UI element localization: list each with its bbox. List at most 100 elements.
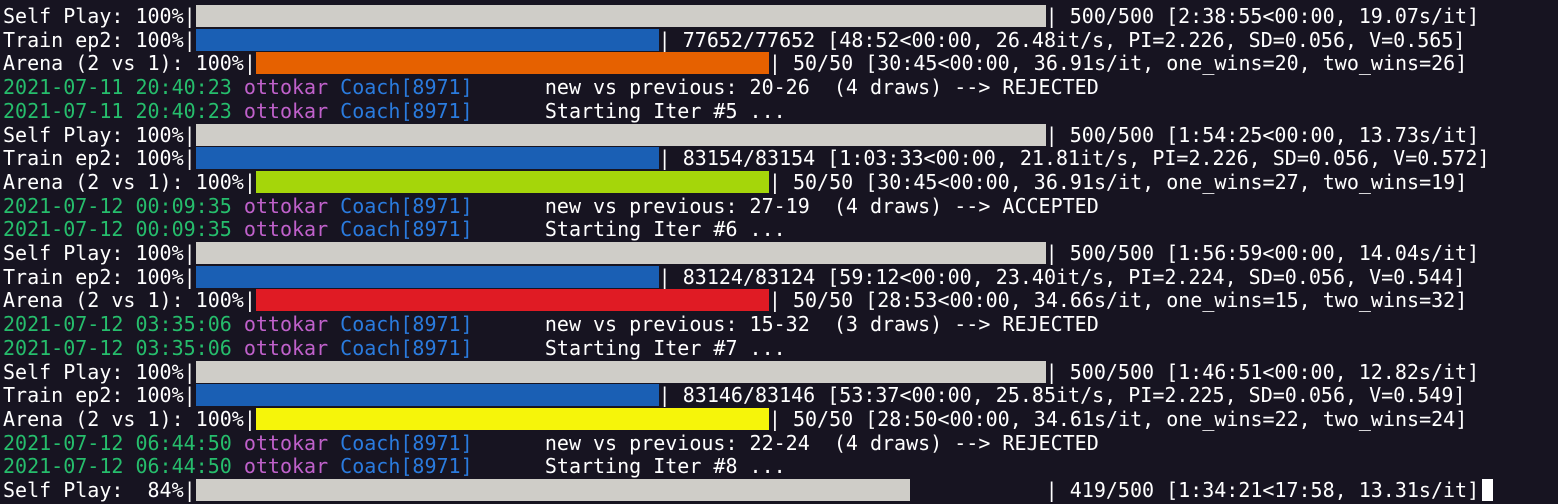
progress-bar xyxy=(255,289,769,312)
log-timestamp: 2021-07-12 00:09:35 xyxy=(3,193,244,218)
progress-label: Train ep2: 100%| xyxy=(3,264,196,289)
progress-stats: | 500/500 [1:56:59<00:00, 14.04s/it] xyxy=(1045,241,1480,265)
log-message: new vs previous: 27-19 (4 draws) --> ACC… xyxy=(472,193,1099,218)
progress-bar xyxy=(195,265,659,288)
progress-bar xyxy=(195,147,659,170)
log-module: Coach[8971] xyxy=(340,335,473,360)
log-message: new vs previous: 22-24 (4 draws) --> REJ… xyxy=(472,430,1099,455)
progress-bar xyxy=(195,479,1046,501)
log-line: 2021-07-12 06:44:50 ottokar Coach[8971] … xyxy=(3,454,786,478)
progress-bar xyxy=(195,5,1046,27)
progress-label: Self Play: 100%| xyxy=(3,241,196,265)
progress-stats: | 50/50 [28:50<00:00, 34.61s/it, one_win… xyxy=(768,406,1468,431)
log-user: ottokar xyxy=(243,75,341,100)
progress-line: Arena (2 vs 1): 100%| | 50/50 [30:45<00:0… xyxy=(3,170,1467,194)
progress-line: Arena (2 vs 1): 100%| | 50/50 [28:53<00:0… xyxy=(3,288,1467,312)
progress-stats: | 50/50 [28:53<00:00, 34.66s/it, one_win… xyxy=(768,288,1468,313)
progress-bar xyxy=(195,123,1046,146)
progress-line: Self Play: 100%| | 500/500 [1:56:59<00:00… xyxy=(3,241,1479,265)
log-line: 2021-07-12 06:44:50 ottokar Coach[8971] … xyxy=(3,431,1099,455)
progress-bar-fill xyxy=(195,384,659,407)
progress-line: Self Play: 84%| | 419/500 [1:34:21<17:58,… xyxy=(3,478,1494,502)
progress-bar-fill xyxy=(255,170,769,193)
progress-label: Arena (2 vs 1): 100%| xyxy=(3,169,256,194)
log-module: Coach[8971] xyxy=(340,193,473,218)
progress-bar-fill xyxy=(195,242,1046,264)
log-timestamp: 2021-07-11 20:40:23 xyxy=(3,98,244,123)
progress-line: Self Play: 100%| | 500/500 [1:54:25<00:00… xyxy=(3,123,1479,147)
progress-line: Self Play: 100%| | 500/500 [1:46:51<00:00… xyxy=(3,360,1479,384)
log-module: Coach[8971] xyxy=(340,75,473,100)
terminal-window[interactable]: Self Play: 100%| | 500/500 [2:38:55<00:00… xyxy=(0,0,1558,504)
progress-stats: | 50/50 [30:45<00:00, 36.91s/it, one_win… xyxy=(768,169,1468,194)
progress-label: Train ep2: 100%| xyxy=(3,146,196,171)
log-module: Coach[8971] xyxy=(340,98,473,123)
progress-bar-fill xyxy=(195,5,1046,27)
log-message: Starting Iter #8 ... xyxy=(472,454,786,479)
progress-stats: | 83124/83124 [59:12<00:00, 23.40it/s, P… xyxy=(658,264,1466,289)
progress-line: Train ep2: 100%| | 77652/77652 [48:52<00:… xyxy=(3,28,1465,52)
progress-bar-fill xyxy=(195,360,1046,383)
log-user: ottokar xyxy=(243,312,341,337)
progress-bar-fill xyxy=(195,147,659,170)
progress-line: Train ep2: 100%| | 83154/83154 [1:03:33<0… xyxy=(3,146,1490,170)
progress-label: Arena (2 vs 1): 100%| xyxy=(3,288,256,313)
progress-bar xyxy=(255,170,769,193)
log-user: ottokar xyxy=(243,98,341,123)
log-module: Coach[8971] xyxy=(340,217,473,242)
log-user: ottokar xyxy=(243,335,341,360)
log-message: Starting Iter #6 ... xyxy=(472,217,786,242)
progress-line: Arena (2 vs 1): 100%| | 50/50 [30:45<00:0… xyxy=(3,51,1467,75)
progress-label: Arena (2 vs 1): 100%| xyxy=(3,406,256,431)
progress-label: Train ep2: 100%| xyxy=(3,27,196,52)
progress-bar-fill xyxy=(195,265,659,288)
log-module: Coach[8971] xyxy=(340,430,473,455)
log-message: Starting Iter #7 ... xyxy=(472,335,786,360)
progress-stats: | 83154/83154 [1:03:33<00:00, 21.81it/s,… xyxy=(658,146,1490,171)
progress-bar xyxy=(255,407,769,430)
log-timestamp: 2021-07-12 00:09:35 xyxy=(3,217,244,242)
progress-bar-fill xyxy=(255,289,769,312)
log-message: Starting Iter #5 ... xyxy=(472,98,786,123)
progress-bar xyxy=(195,360,1046,383)
progress-label: Self Play: 84%| xyxy=(3,478,196,502)
progress-bar xyxy=(255,52,769,75)
log-line: 2021-07-11 20:40:23 ottokar Coach[8971] … xyxy=(3,99,786,123)
log-timestamp: 2021-07-11 20:40:23 xyxy=(3,75,244,100)
log-timestamp: 2021-07-12 03:35:06 xyxy=(3,312,244,337)
log-message: new vs previous: 20-26 (4 draws) --> REJ… xyxy=(472,75,1099,100)
log-user: ottokar xyxy=(243,454,341,479)
log-line: 2021-07-12 03:35:06 ottokar Coach[8971] … xyxy=(3,312,1099,336)
progress-label: Self Play: 100%| xyxy=(3,122,196,147)
progress-bar-fill xyxy=(195,479,910,501)
progress-line: Train ep2: 100%| | 83146/83146 [53:37<00:… xyxy=(3,383,1465,407)
log-timestamp: 2021-07-12 06:44:50 xyxy=(3,454,244,479)
log-user: ottokar xyxy=(243,193,341,218)
log-line: 2021-07-12 00:09:35 ottokar Coach[8971] … xyxy=(3,194,1099,218)
progress-stats: | 50/50 [30:45<00:00, 36.91s/it, one_win… xyxy=(768,51,1468,76)
progress-stats: | 77652/77652 [48:52<00:00, 26.48it/s, P… xyxy=(658,27,1466,52)
progress-stats: | 419/500 [1:34:21<17:58, 13.31s/it] xyxy=(1045,478,1480,502)
log-line: 2021-07-12 03:35:06 ottokar Coach[8971] … xyxy=(3,336,786,360)
progress-bar xyxy=(195,28,659,51)
progress-line: Train ep2: 100%| | 83124/83124 [59:12<00:… xyxy=(3,265,1465,289)
terminal-cursor xyxy=(1482,479,1494,501)
log-line: 2021-07-12 00:09:35 ottokar Coach[8971] … xyxy=(3,217,786,241)
progress-bar-fill xyxy=(195,123,1046,146)
progress-bar-fill xyxy=(195,28,659,51)
progress-bar-fill xyxy=(255,407,769,430)
progress-label: Arena (2 vs 1): 100%| xyxy=(3,51,256,76)
log-user: ottokar xyxy=(243,217,341,242)
log-timestamp: 2021-07-12 06:44:50 xyxy=(3,430,244,455)
log-module: Coach[8971] xyxy=(340,454,473,479)
progress-line: Self Play: 100%| | 500/500 [2:38:55<00:00… xyxy=(3,4,1479,28)
log-line: 2021-07-11 20:40:23 ottokar Coach[8971] … xyxy=(3,75,1099,99)
progress-stats: | 500/500 [1:54:25<00:00, 13.73s/it] xyxy=(1045,122,1480,147)
log-module: Coach[8971] xyxy=(340,312,473,337)
log-timestamp: 2021-07-12 03:35:06 xyxy=(3,335,244,360)
progress-label: Train ep2: 100%| xyxy=(3,383,196,408)
progress-line: Arena (2 vs 1): 100%| | 50/50 [28:50<00:0… xyxy=(3,407,1467,431)
log-message: new vs previous: 15-32 (3 draws) --> REJ… xyxy=(472,312,1099,337)
progress-label: Self Play: 100%| xyxy=(3,4,196,28)
progress-bar xyxy=(195,384,659,407)
